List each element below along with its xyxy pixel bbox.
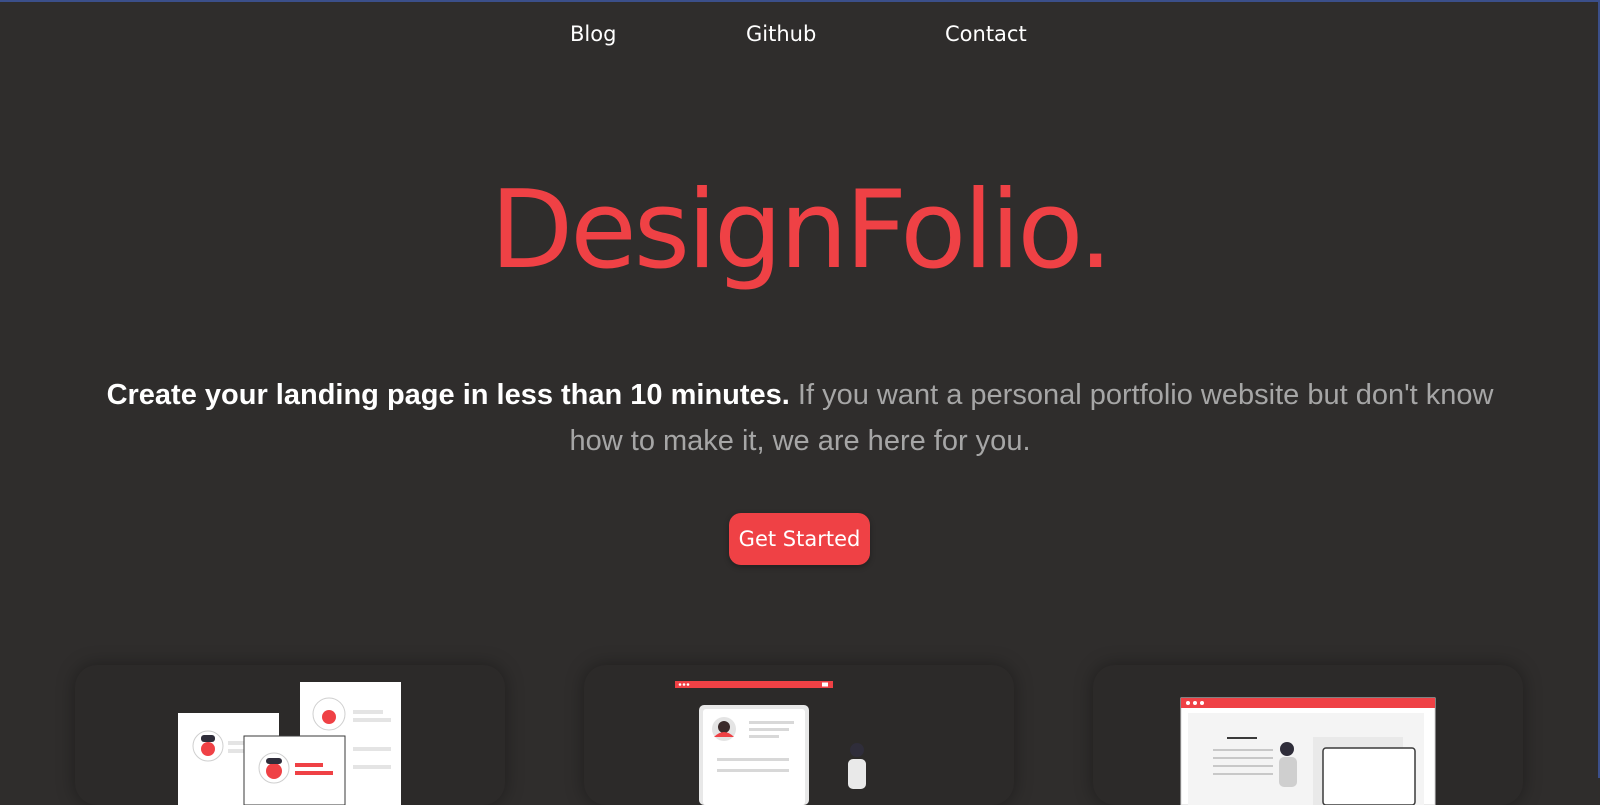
feature-card-2[interactable] [584,665,1014,805]
tagline-strong: Create your landing page in less than 10… [106,379,790,411]
hero-tagline: Create your landing page in less than 10… [100,372,1500,464]
resume-page-illustration [675,681,866,805]
nav-contact-link[interactable]: Contact [945,22,1027,46]
window-top-border [0,0,1600,2]
profile-cards-illustration [178,682,401,805]
browser-window-illustration [1180,697,1436,805]
get-started-button[interactable]: Get Started [729,513,870,565]
hero-title: DesignFolio. [490,168,1113,293]
feature-card-3[interactable] [1093,665,1523,805]
nav-blog-link[interactable]: Blog [570,22,616,46]
nav-github-link[interactable]: Github [746,22,816,46]
top-navigation: Blog Github Contact [0,22,1600,52]
feature-card-1[interactable] [75,665,505,805]
